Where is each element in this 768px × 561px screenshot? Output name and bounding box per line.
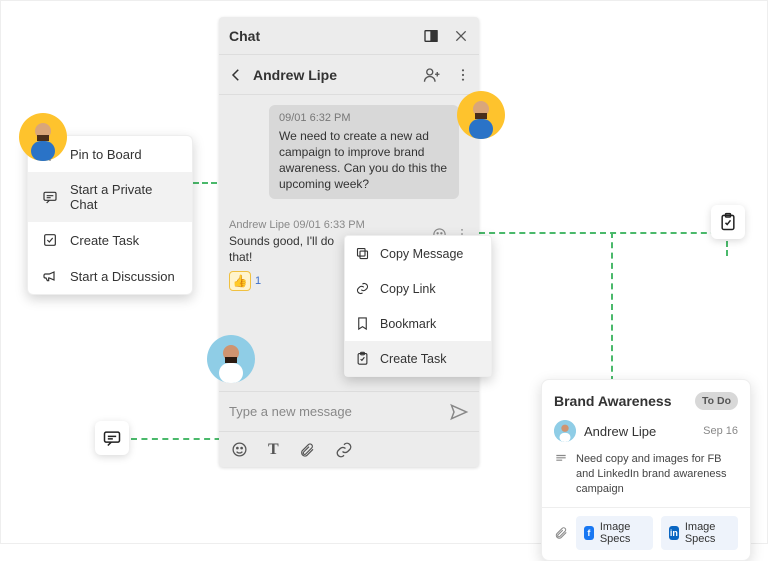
message-input-row: Type a new message (219, 391, 479, 431)
emoji-icon[interactable] (231, 441, 248, 458)
menu-item-copy-message[interactable]: Copy Message (345, 236, 491, 271)
due-date: Sep 16 (703, 425, 738, 437)
chip-label: Image Specs (600, 521, 645, 545)
chat-header: Chat (219, 17, 479, 55)
close-icon[interactable] (453, 28, 469, 44)
task-node-icon (711, 205, 745, 239)
send-icon[interactable] (449, 402, 469, 422)
task-icon (355, 351, 370, 366)
divider (542, 507, 750, 508)
menu-item-label: Pin to Board (70, 147, 142, 162)
connector (131, 438, 231, 440)
bookmark-icon (355, 316, 370, 331)
megaphone-icon (42, 268, 58, 284)
avatar (554, 420, 576, 442)
menu-item-label: Create Task (380, 352, 446, 366)
task-description: Need copy and images for FB and LinkedIn… (576, 452, 738, 497)
chat-icon (42, 189, 58, 205)
text-format-icon[interactable]: T (268, 441, 279, 459)
back-icon[interactable] (227, 66, 245, 84)
chat-subheader: Andrew Lipe (219, 55, 479, 95)
menu-item-bookmark[interactable]: Bookmark (345, 306, 491, 341)
link-icon[interactable] (335, 441, 353, 459)
task-assignee-row: Andrew Lipe Sep 16 (554, 420, 738, 442)
message-text: Sounds good, I'll do that! (229, 233, 339, 265)
menu-item-create-task[interactable]: Create Task (28, 222, 192, 258)
task-title: Brand Awareness (554, 393, 672, 409)
message-input[interactable]: Type a new message (229, 404, 439, 419)
attachments-row: f Image Specs in Image Specs (554, 516, 738, 550)
chat-node-icon (95, 421, 129, 455)
menu-item-private-chat[interactable]: Start a Private Chat (28, 172, 192, 222)
task-card[interactable]: Brand Awareness To Do Andrew Lipe Sep 16… (541, 379, 751, 561)
menu-item-label: Create Task (70, 233, 139, 248)
message-text: We need to create a new ad campaign to i… (279, 128, 449, 193)
task-description-row: Need copy and images for FB and LinkedIn… (554, 452, 738, 497)
copy-icon (355, 246, 370, 261)
menu-item-label: Copy Message (380, 247, 463, 261)
connector (479, 232, 727, 234)
incoming-message[interactable]: 09/01 6:32 PM We need to create a new ad… (269, 105, 459, 199)
message-toolbar: T (219, 431, 479, 467)
linkedin-icon: in (669, 526, 679, 540)
avatar (457, 91, 505, 139)
panel-layout-icon[interactable] (423, 28, 439, 44)
task-status-badge: To Do (695, 392, 738, 410)
attachment-icon[interactable] (299, 442, 315, 458)
contact-name: Andrew Lipe (253, 67, 415, 83)
message-context-menu: Copy Message Copy Link Bookmark Create T… (344, 235, 492, 377)
link-icon (355, 281, 370, 296)
attachment-icon (554, 526, 568, 540)
message-timestamp: 09/01 6:32 PM (279, 111, 449, 126)
menu-item-create-task[interactable]: Create Task (345, 341, 491, 376)
task-icon (42, 232, 58, 248)
chip-label: Image Specs (685, 521, 730, 545)
menu-item-discussion[interactable]: Start a Discussion (28, 258, 192, 294)
facebook-icon: f (584, 526, 594, 540)
reaction-count: 1 (255, 275, 261, 287)
menu-item-label: Bookmark (380, 317, 436, 331)
attachment-chip-linkedin[interactable]: in Image Specs (661, 516, 738, 550)
menu-item-label: Start a Private Chat (70, 182, 178, 212)
avatar (207, 335, 255, 383)
assignee-name: Andrew Lipe (584, 424, 656, 439)
menu-item-copy-link[interactable]: Copy Link (345, 271, 491, 306)
avatar (19, 113, 67, 161)
menu-item-label: Copy Link (380, 282, 436, 296)
thumbs-up-reaction[interactable]: 👍 (229, 271, 251, 291)
chat-title: Chat (229, 28, 423, 44)
more-icon[interactable] (455, 67, 471, 83)
attachment-chip-facebook[interactable]: f Image Specs (576, 516, 653, 550)
connector (611, 232, 613, 382)
add-user-icon[interactable] (423, 66, 441, 84)
menu-item-label: Start a Discussion (70, 269, 175, 284)
description-icon (554, 452, 568, 497)
